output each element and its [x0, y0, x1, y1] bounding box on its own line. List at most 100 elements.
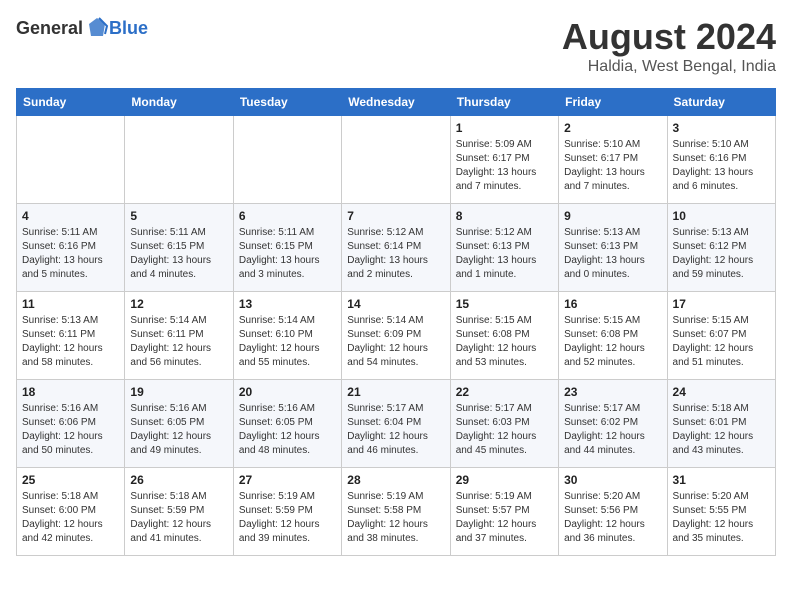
calendar-cell: 5 Sunrise: 5:11 AMSunset: 6:15 PMDayligh…: [125, 204, 233, 292]
day-number: 7: [347, 209, 444, 223]
calendar-cell: 20 Sunrise: 5:16 AMSunset: 6:05 PMDaylig…: [233, 380, 341, 468]
day-number: 6: [239, 209, 336, 223]
day-number: 9: [564, 209, 661, 223]
day-info: Sunrise: 5:15 AMSunset: 6:08 PMDaylight:…: [456, 314, 553, 370]
calendar-cell: 29 Sunrise: 5:19 AMSunset: 5:57 PMDaylig…: [450, 468, 558, 556]
calendar-cell: 19 Sunrise: 5:16 AMSunset: 6:05 PMDaylig…: [125, 380, 233, 468]
calendar-cell: 8 Sunrise: 5:12 AMSunset: 6:13 PMDayligh…: [450, 204, 558, 292]
day-number: 11: [22, 297, 119, 311]
calendar-cell: 25 Sunrise: 5:18 AMSunset: 6:00 PMDaylig…: [17, 468, 125, 556]
logo: General Blue: [16, 16, 148, 40]
calendar-cell: 17 Sunrise: 5:15 AMSunset: 6:07 PMDaylig…: [667, 292, 775, 380]
calendar-cell: 21 Sunrise: 5:17 AMSunset: 6:04 PMDaylig…: [342, 380, 450, 468]
day-info: Sunrise: 5:13 AMSunset: 6:12 PMDaylight:…: [673, 226, 770, 282]
day-number: 19: [130, 385, 227, 399]
calendar-day-header: Friday: [559, 89, 667, 116]
calendar-cell: 27 Sunrise: 5:19 AMSunset: 5:59 PMDaylig…: [233, 468, 341, 556]
calendar-table: SundayMondayTuesdayWednesdayThursdayFrid…: [16, 88, 776, 556]
logo-general-text: General: [16, 18, 83, 39]
day-number: 10: [673, 209, 770, 223]
day-number: 21: [347, 385, 444, 399]
calendar-week-row: 4 Sunrise: 5:11 AMSunset: 6:16 PMDayligh…: [17, 204, 776, 292]
day-info: Sunrise: 5:17 AMSunset: 6:03 PMDaylight:…: [456, 402, 553, 458]
day-number: 13: [239, 297, 336, 311]
calendar-cell: 30 Sunrise: 5:20 AMSunset: 5:56 PMDaylig…: [559, 468, 667, 556]
calendar-cell: [233, 116, 341, 204]
day-info: Sunrise: 5:19 AMSunset: 5:58 PMDaylight:…: [347, 490, 444, 546]
day-info: Sunrise: 5:11 AMSunset: 6:15 PMDaylight:…: [239, 226, 336, 282]
day-number: 27: [239, 473, 336, 487]
header: General Blue August 2024 Haldia, West Be…: [16, 16, 776, 76]
calendar-cell: 1 Sunrise: 5:09 AMSunset: 6:17 PMDayligh…: [450, 116, 558, 204]
day-number: 4: [22, 209, 119, 223]
day-info: Sunrise: 5:16 AMSunset: 6:05 PMDaylight:…: [130, 402, 227, 458]
calendar-cell: 9 Sunrise: 5:13 AMSunset: 6:13 PMDayligh…: [559, 204, 667, 292]
day-info: Sunrise: 5:14 AMSunset: 6:11 PMDaylight:…: [130, 314, 227, 370]
day-info: Sunrise: 5:20 AMSunset: 5:56 PMDaylight:…: [564, 490, 661, 546]
calendar-day-header: Sunday: [17, 89, 125, 116]
calendar-header-row: SundayMondayTuesdayWednesdayThursdayFrid…: [17, 89, 776, 116]
title-area: August 2024 Haldia, West Bengal, India: [562, 16, 776, 76]
day-info: Sunrise: 5:20 AMSunset: 5:55 PMDaylight:…: [673, 490, 770, 546]
day-info: Sunrise: 5:09 AMSunset: 6:17 PMDaylight:…: [456, 138, 553, 194]
calendar-cell: 4 Sunrise: 5:11 AMSunset: 6:16 PMDayligh…: [17, 204, 125, 292]
day-number: 24: [673, 385, 770, 399]
calendar-cell: 7 Sunrise: 5:12 AMSunset: 6:14 PMDayligh…: [342, 204, 450, 292]
day-number: 23: [564, 385, 661, 399]
day-info: Sunrise: 5:10 AMSunset: 6:16 PMDaylight:…: [673, 138, 770, 194]
day-number: 18: [22, 385, 119, 399]
calendar-cell: 31 Sunrise: 5:20 AMSunset: 5:55 PMDaylig…: [667, 468, 775, 556]
day-info: Sunrise: 5:17 AMSunset: 6:02 PMDaylight:…: [564, 402, 661, 458]
day-number: 3: [673, 121, 770, 135]
day-number: 8: [456, 209, 553, 223]
calendar-week-row: 11 Sunrise: 5:13 AMSunset: 6:11 PMDaylig…: [17, 292, 776, 380]
day-number: 28: [347, 473, 444, 487]
day-number: 14: [347, 297, 444, 311]
calendar-cell: 6 Sunrise: 5:11 AMSunset: 6:15 PMDayligh…: [233, 204, 341, 292]
day-number: 2: [564, 121, 661, 135]
day-number: 30: [564, 473, 661, 487]
day-number: 22: [456, 385, 553, 399]
calendar-cell: [17, 116, 125, 204]
day-info: Sunrise: 5:14 AMSunset: 6:09 PMDaylight:…: [347, 314, 444, 370]
day-info: Sunrise: 5:19 AMSunset: 5:57 PMDaylight:…: [456, 490, 553, 546]
calendar-cell: 12 Sunrise: 5:14 AMSunset: 6:11 PMDaylig…: [125, 292, 233, 380]
day-info: Sunrise: 5:11 AMSunset: 6:16 PMDaylight:…: [22, 226, 119, 282]
day-number: 15: [456, 297, 553, 311]
location-subtitle: Haldia, West Bengal, India: [562, 58, 776, 76]
calendar-day-header: Tuesday: [233, 89, 341, 116]
calendar-cell: 3 Sunrise: 5:10 AMSunset: 6:16 PMDayligh…: [667, 116, 775, 204]
day-info: Sunrise: 5:11 AMSunset: 6:15 PMDaylight:…: [130, 226, 227, 282]
calendar-week-row: 18 Sunrise: 5:16 AMSunset: 6:06 PMDaylig…: [17, 380, 776, 468]
day-number: 5: [130, 209, 227, 223]
day-info: Sunrise: 5:13 AMSunset: 6:11 PMDaylight:…: [22, 314, 119, 370]
calendar-cell: 26 Sunrise: 5:18 AMSunset: 5:59 PMDaylig…: [125, 468, 233, 556]
calendar-cell: 22 Sunrise: 5:17 AMSunset: 6:03 PMDaylig…: [450, 380, 558, 468]
calendar-day-header: Monday: [125, 89, 233, 116]
day-info: Sunrise: 5:18 AMSunset: 6:00 PMDaylight:…: [22, 490, 119, 546]
day-number: 1: [456, 121, 553, 135]
day-info: Sunrise: 5:18 AMSunset: 6:01 PMDaylight:…: [673, 402, 770, 458]
day-info: Sunrise: 5:14 AMSunset: 6:10 PMDaylight:…: [239, 314, 336, 370]
calendar-cell: 15 Sunrise: 5:15 AMSunset: 6:08 PMDaylig…: [450, 292, 558, 380]
day-info: Sunrise: 5:10 AMSunset: 6:17 PMDaylight:…: [564, 138, 661, 194]
day-number: 29: [456, 473, 553, 487]
calendar-cell: 13 Sunrise: 5:14 AMSunset: 6:10 PMDaylig…: [233, 292, 341, 380]
calendar-cell: 11 Sunrise: 5:13 AMSunset: 6:11 PMDaylig…: [17, 292, 125, 380]
calendar-cell: 18 Sunrise: 5:16 AMSunset: 6:06 PMDaylig…: [17, 380, 125, 468]
calendar-cell: 23 Sunrise: 5:17 AMSunset: 6:02 PMDaylig…: [559, 380, 667, 468]
calendar-cell: 24 Sunrise: 5:18 AMSunset: 6:01 PMDaylig…: [667, 380, 775, 468]
day-number: 16: [564, 297, 661, 311]
calendar-day-header: Thursday: [450, 89, 558, 116]
day-number: 26: [130, 473, 227, 487]
day-info: Sunrise: 5:15 AMSunset: 6:07 PMDaylight:…: [673, 314, 770, 370]
day-info: Sunrise: 5:15 AMSunset: 6:08 PMDaylight:…: [564, 314, 661, 370]
day-info: Sunrise: 5:18 AMSunset: 5:59 PMDaylight:…: [130, 490, 227, 546]
calendar-day-header: Saturday: [667, 89, 775, 116]
day-number: 20: [239, 385, 336, 399]
calendar-week-row: 1 Sunrise: 5:09 AMSunset: 6:17 PMDayligh…: [17, 116, 776, 204]
calendar-cell: 2 Sunrise: 5:10 AMSunset: 6:17 PMDayligh…: [559, 116, 667, 204]
day-info: Sunrise: 5:16 AMSunset: 6:05 PMDaylight:…: [239, 402, 336, 458]
day-info: Sunrise: 5:16 AMSunset: 6:06 PMDaylight:…: [22, 402, 119, 458]
calendar-cell: 10 Sunrise: 5:13 AMSunset: 6:12 PMDaylig…: [667, 204, 775, 292]
